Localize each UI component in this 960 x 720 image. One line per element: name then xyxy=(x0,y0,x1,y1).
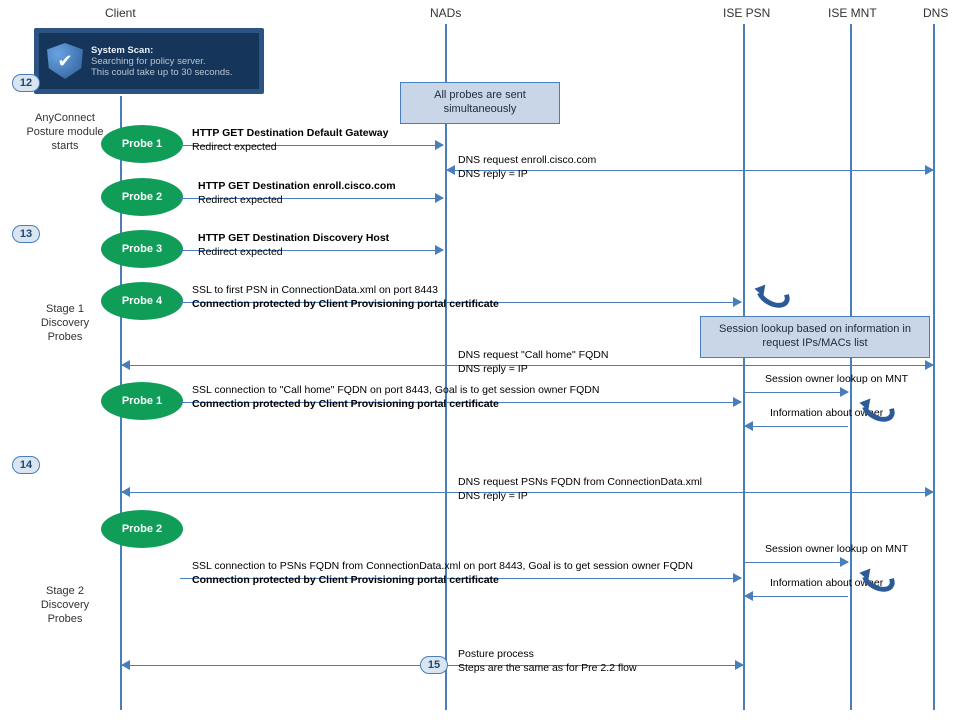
psn-to-mnt-2 xyxy=(745,562,848,563)
step-14: 14 xyxy=(12,456,40,474)
probe3-label: HTTP GET Destination Discovery Host Redi… xyxy=(198,232,389,259)
curl-arrow-2 xyxy=(856,389,899,428)
dns-callhome-label: DNS request "Call home" FQDN DNS reply =… xyxy=(458,349,608,376)
lifeline-ise-mnt xyxy=(850,24,852,710)
curl-arrow-1 xyxy=(751,275,794,314)
stage2-probe2-label: SSL connection to PSNs FQDN from Connect… xyxy=(192,560,693,587)
infobox-simultaneous: All probes are sent simultaneously xyxy=(400,82,560,124)
stage2-probe1-label: SSL connection to "Call home" FQDN on po… xyxy=(192,384,599,411)
mnt-to-psn-2 xyxy=(745,596,848,597)
dns-psns-fqdn-label: DNS request PSNs FQDN from ConnectionDat… xyxy=(458,476,702,503)
col-nads: NADs xyxy=(430,6,461,20)
shield-icon: ✔ xyxy=(47,43,83,79)
col-ise-mnt: ISE MNT xyxy=(828,6,877,20)
system-scan-card: ✔ System Scan: Searching for policy serv… xyxy=(34,28,264,94)
stage1-probe3: Probe 3 xyxy=(101,230,183,268)
psn-to-mnt-1 xyxy=(745,392,848,393)
stage1-probe2: Probe 2 xyxy=(101,178,183,216)
infobox-session-lookup: Session lookup based on information in r… xyxy=(700,316,930,358)
system-scan-texts: System Scan: Searching for policy server… xyxy=(91,45,233,78)
col-client: Client xyxy=(105,6,136,20)
step-15: 15 xyxy=(420,656,448,674)
label-anyconnect-start: AnyConnect Posture module starts xyxy=(20,112,110,153)
mnt-lookup-2: Session owner lookup on MNT xyxy=(765,543,908,557)
stage2-probe2: Probe 2 xyxy=(101,510,183,548)
probe1-label: HTTP GET Destination Default Gateway Red… xyxy=(192,127,388,154)
scan-title: System Scan: xyxy=(91,45,233,56)
posture-label: Posture process Steps are the same as fo… xyxy=(458,648,637,675)
stage2-probe1: Probe 1 xyxy=(101,382,183,420)
stage1-probe4: Probe 4 xyxy=(101,282,183,320)
probe4-label: SSL to first PSN in ConnectionData.xml o… xyxy=(192,284,499,311)
scan-line1: Searching for policy server. xyxy=(91,56,233,67)
lifeline-ise-psn xyxy=(743,24,745,710)
curl-arrow-3 xyxy=(856,559,899,598)
label-stage2: Stage 2 Discovery Probes xyxy=(25,585,105,626)
step-12: 12 xyxy=(12,74,40,92)
mnt-lookup-1: Session owner lookup on MNT xyxy=(765,373,908,387)
step-13: 13 xyxy=(12,225,40,243)
col-ise-psn: ISE PSN xyxy=(723,6,770,20)
mnt-to-psn-1 xyxy=(745,426,848,427)
col-dns: DNS xyxy=(923,6,948,20)
dns-enroll-label: DNS request enroll.cisco.com DNS reply =… xyxy=(458,154,596,181)
scan-line2: This could take up to 30 seconds. xyxy=(91,67,233,78)
label-stage1: Stage 1 Discovery Probes xyxy=(25,303,105,344)
probe2-label: HTTP GET Destination enroll.cisco.com Re… xyxy=(198,180,396,207)
stage1-probe1: Probe 1 xyxy=(101,125,183,163)
lifeline-nads xyxy=(445,24,447,710)
